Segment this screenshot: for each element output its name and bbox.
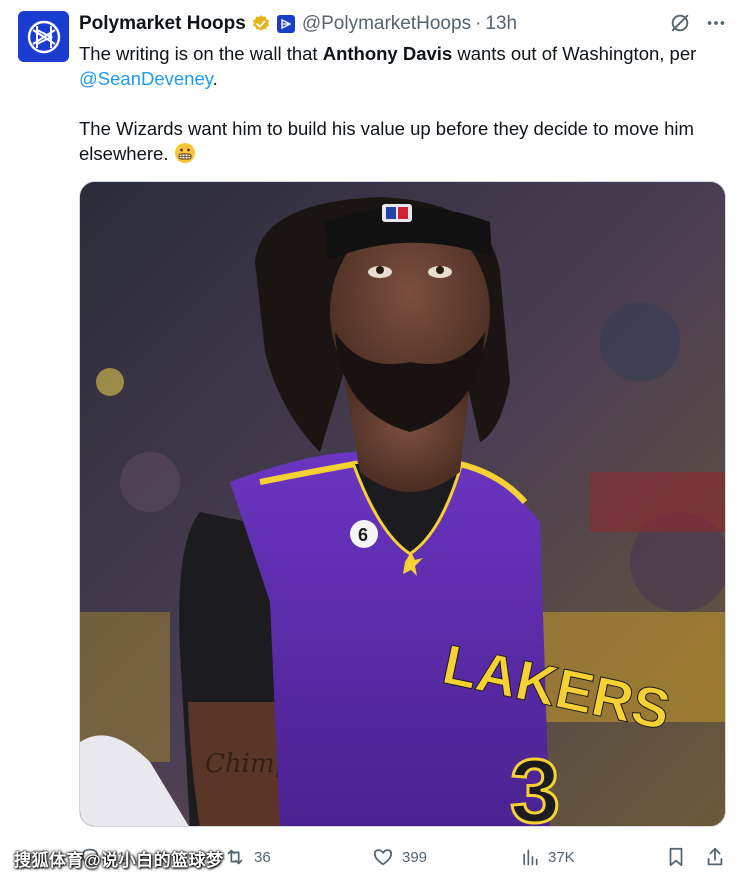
polymarket-logo-icon [27, 20, 60, 53]
repost-count: 36 [254, 848, 271, 866]
tweet[interactable]: Polymarket Hoops @PolymarketHoops · 13h [0, 0, 741, 883]
mention-link[interactable]: @SeanDeveney [79, 68, 213, 89]
tweet-text-paragraph-2: The Wizards want him to build his value … [79, 116, 729, 166]
verified-badge-icon[interactable] [251, 14, 271, 34]
basketball-player-photo: Chimp LAKERS 6 3 [80, 182, 725, 827]
share-icon [705, 846, 725, 868]
tweet-header: Polymarket Hoops @PolymarketHoops · 13h [79, 12, 517, 36]
jersey-number: 3 [510, 742, 560, 827]
tweet-text-paragraph-1: The writing is on the wall that Anthony … [79, 41, 729, 91]
views-chart-icon [520, 847, 540, 867]
repost-button[interactable]: 36 [224, 843, 271, 871]
bookmark-button[interactable] [666, 843, 694, 871]
text-fragment: The Wizards want him to build his value … [79, 118, 694, 164]
share-button[interactable] [705, 843, 733, 871]
separator-dot: · [475, 13, 482, 34]
watermark-text: 搜狐体育@说小白的篮球梦 [14, 851, 224, 870]
author-display-name[interactable]: Polymarket Hoops [79, 13, 246, 35]
bookmark-icon [666, 846, 686, 868]
tweet-photo[interactable]: Chimp LAKERS 6 3 [79, 181, 726, 827]
views-button[interactable]: 37K [520, 843, 575, 871]
tweet-text: The writing is on the wall that Anthony … [79, 41, 729, 166]
tweet-timestamp[interactable]: 13h [485, 13, 517, 35]
like-count: 399 [402, 848, 428, 866]
grok-icon[interactable] [669, 12, 691, 34]
grimacing-face-emoji-icon [174, 142, 196, 164]
author-avatar[interactable] [18, 11, 69, 62]
text-fragment: wants out of Washington, per [452, 43, 697, 64]
like-button[interactable]: 399 [372, 843, 427, 871]
tweet-top-actions [669, 12, 727, 34]
affiliate-badge-icon[interactable] [276, 15, 295, 33]
heart-icon [372, 846, 394, 868]
text-fragment: The writing is on the wall that [79, 43, 323, 64]
author-handle[interactable]: @PolymarketHoops [302, 13, 471, 35]
jersey-patch-number: 6 [358, 525, 368, 545]
text-bold-name: Anthony Davis [322, 43, 453, 64]
repost-icon [224, 846, 246, 868]
view-count: 37K [548, 848, 575, 866]
text-fragment: . [212, 68, 218, 89]
more-options-icon[interactable] [705, 12, 727, 34]
